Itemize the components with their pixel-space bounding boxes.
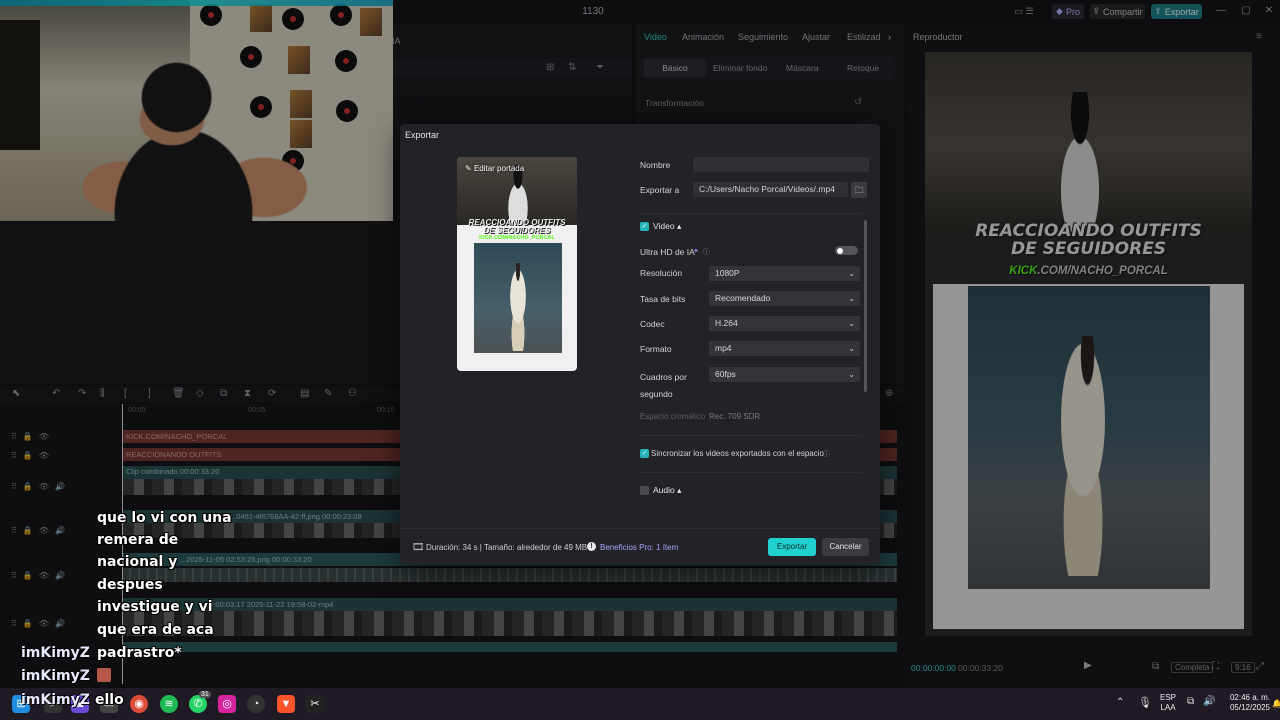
info-icon[interactable]: ⓘ <box>823 449 830 459</box>
microphone-icon[interactable]: 🎙 <box>1138 696 1152 709</box>
name-label: Nombre <box>640 160 671 170</box>
keyboard-layout: LAA <box>1160 703 1176 712</box>
ai-sparkle-icon: ✦ <box>693 248 699 255</box>
audio-checkbox[interactable] <box>640 486 649 495</box>
divider <box>640 213 862 214</box>
resolution-label: Resolución <box>640 268 683 278</box>
video-section-toggle[interactable]: Video ▴ <box>653 221 681 232</box>
export-dialog-title: Exportar <box>405 130 440 140</box>
bitrate-select[interactable]: Recomendado ⌄ <box>709 291 860 306</box>
pro-info-icon: ! <box>587 542 596 551</box>
colorspace-value: Rec. 709 SDR <box>709 412 761 421</box>
chat-message-line: que era de aca <box>97 622 214 638</box>
cancel-button[interactable]: Cancelar <box>822 538 869 556</box>
chat-overlap-text: ello <box>95 692 124 708</box>
chat-username: imKimyZ <box>21 668 90 684</box>
instagram-icon[interactable]: ◎ <box>218 695 236 713</box>
chevron-down-icon: ⌄ <box>848 269 855 278</box>
export-button[interactable]: Exportar <box>768 538 816 556</box>
spotify-icon[interactable]: ≋ <box>160 695 178 713</box>
chrome-icon[interactable]: ◉ <box>130 695 148 713</box>
clock-date: 05/12/2025 <box>1229 703 1270 712</box>
sync-checkbox[interactable]: ✓ <box>640 449 649 458</box>
codec-value: H.264 <box>715 318 738 328</box>
clock-time: 02:46 a. m. <box>1229 693 1270 702</box>
edit-cover-label: Editar portada <box>473 164 525 173</box>
notification-bell-icon[interactable]: 🔔 <box>1272 699 1280 708</box>
chat-emote <box>97 668 111 682</box>
codec-select[interactable]: H.264 ⌄ <box>709 316 860 331</box>
footer-divider <box>400 528 880 529</box>
sync-label: Sincronizar los videos exportados con el… <box>651 449 824 458</box>
uhd-toggle[interactable] <box>835 246 858 255</box>
fps-label: Cuadros por segundo <box>640 369 687 403</box>
name-input[interactable] <box>693 157 869 172</box>
bitrate-value: Recomendado <box>715 293 771 303</box>
chevron-up-icon: ▴ <box>676 221 682 231</box>
format-value: mp4 <box>715 343 732 353</box>
capcut-icon[interactable]: ✂ <box>306 695 324 713</box>
codec-label: Codec <box>640 319 665 329</box>
divider <box>640 472 862 473</box>
chat-message-line: investigue y vi <box>97 599 213 615</box>
resolution-select[interactable]: 1080P ⌄ <box>709 266 860 281</box>
brave-icon[interactable]: ▼ <box>277 695 295 713</box>
language-code: ESP <box>1160 693 1177 702</box>
export-to-label: Exportar a <box>640 185 680 195</box>
whatsapp-badge: 31 <box>199 691 211 698</box>
pro-benefits-link[interactable]: Beneficios Pro: 1 ítem <box>600 543 678 552</box>
cover-handle: KICK.COM/NACHO_PORCAL <box>479 235 555 241</box>
audio-section-toggle[interactable]: Audio ▴ <box>653 485 681 496</box>
chevron-down-icon: ⌄ <box>848 344 855 353</box>
obs-icon[interactable]: ◔ <box>247 695 265 713</box>
export-path-input[interactable]: C:/Users/Nacho Porcal/Videos/.mp4 <box>693 182 848 197</box>
cover-model <box>502 263 534 351</box>
edit-cover-link[interactable]: ✎ Editar portada <box>465 164 524 173</box>
fps-value: 60fps <box>715 369 736 379</box>
tray-chevron-up-icon[interactable]: ⌃ <box>1116 697 1124 708</box>
chat-message-line: que lo vi con una <box>97 510 232 526</box>
cover-headline: REACCIOANDO OUTFITS DE SEGUIDORES <box>457 219 577 235</box>
volume-icon[interactable]: 🔊 <box>1203 696 1215 707</box>
film-icon: 🎞 <box>412 542 425 553</box>
uhd-label: Ultra HD de IA <box>640 247 695 257</box>
format-select[interactable]: mp4 ⌄ <box>709 341 860 356</box>
chevron-down-icon: ⌄ <box>848 294 855 303</box>
system-clock[interactable]: 02:46 a. m. 05/12/2025 <box>1226 693 1270 713</box>
bitrate-label: Tasa de bits <box>640 294 686 304</box>
duration-size-text: Duración: 34 s | Tamaño: alrededor de 49… <box>426 543 588 552</box>
format-label: Formato <box>640 344 672 354</box>
cover-outfit-photo <box>474 243 562 353</box>
cover-headline-line2: DE SEGUIDORES <box>483 226 551 235</box>
dialog-scrollbar[interactable] <box>864 220 867 392</box>
language-indicator[interactable]: ESP LAA <box>1160 693 1176 713</box>
info-icon[interactable]: ⓘ <box>703 247 710 257</box>
chat-message-line: padrastro* <box>97 645 182 661</box>
chevron-down-icon: ⌄ <box>848 319 855 328</box>
chat-username: imKimyZ <box>21 645 90 661</box>
resolution-value: 1080P <box>715 268 740 278</box>
chat-username: imKimyZ <box>21 692 90 708</box>
video-section-label: Video <box>653 221 675 231</box>
fps-label-line2: segundo <box>640 389 673 399</box>
fps-select[interactable]: 60fps ⌄ <box>709 367 860 382</box>
cover-preview[interactable]: ✎ Editar portada REACCIOANDO OUTFITS DE … <box>457 157 577 371</box>
audio-section-label: Audio <box>653 485 675 495</box>
pencil-icon: ✎ <box>465 164 474 173</box>
chevron-down-icon: ⌄ <box>848 370 855 379</box>
fps-label-line1: Cuadros por <box>640 372 687 382</box>
chat-message-line: despues <box>97 577 163 593</box>
cover-streamer <box>501 165 535 225</box>
chat-message-line: nacional y <box>97 554 178 570</box>
network-icon[interactable]: ⧉ <box>1187 696 1194 707</box>
chat-message-line: remera de <box>97 532 179 548</box>
chevron-up-icon: ▴ <box>677 485 682 495</box>
colorspace-label: Espacio cromático <box>640 412 706 421</box>
video-checkbox[interactable]: ✓ <box>640 222 649 231</box>
folder-icon[interactable]: 🗀 <box>851 182 867 198</box>
divider <box>640 435 862 436</box>
